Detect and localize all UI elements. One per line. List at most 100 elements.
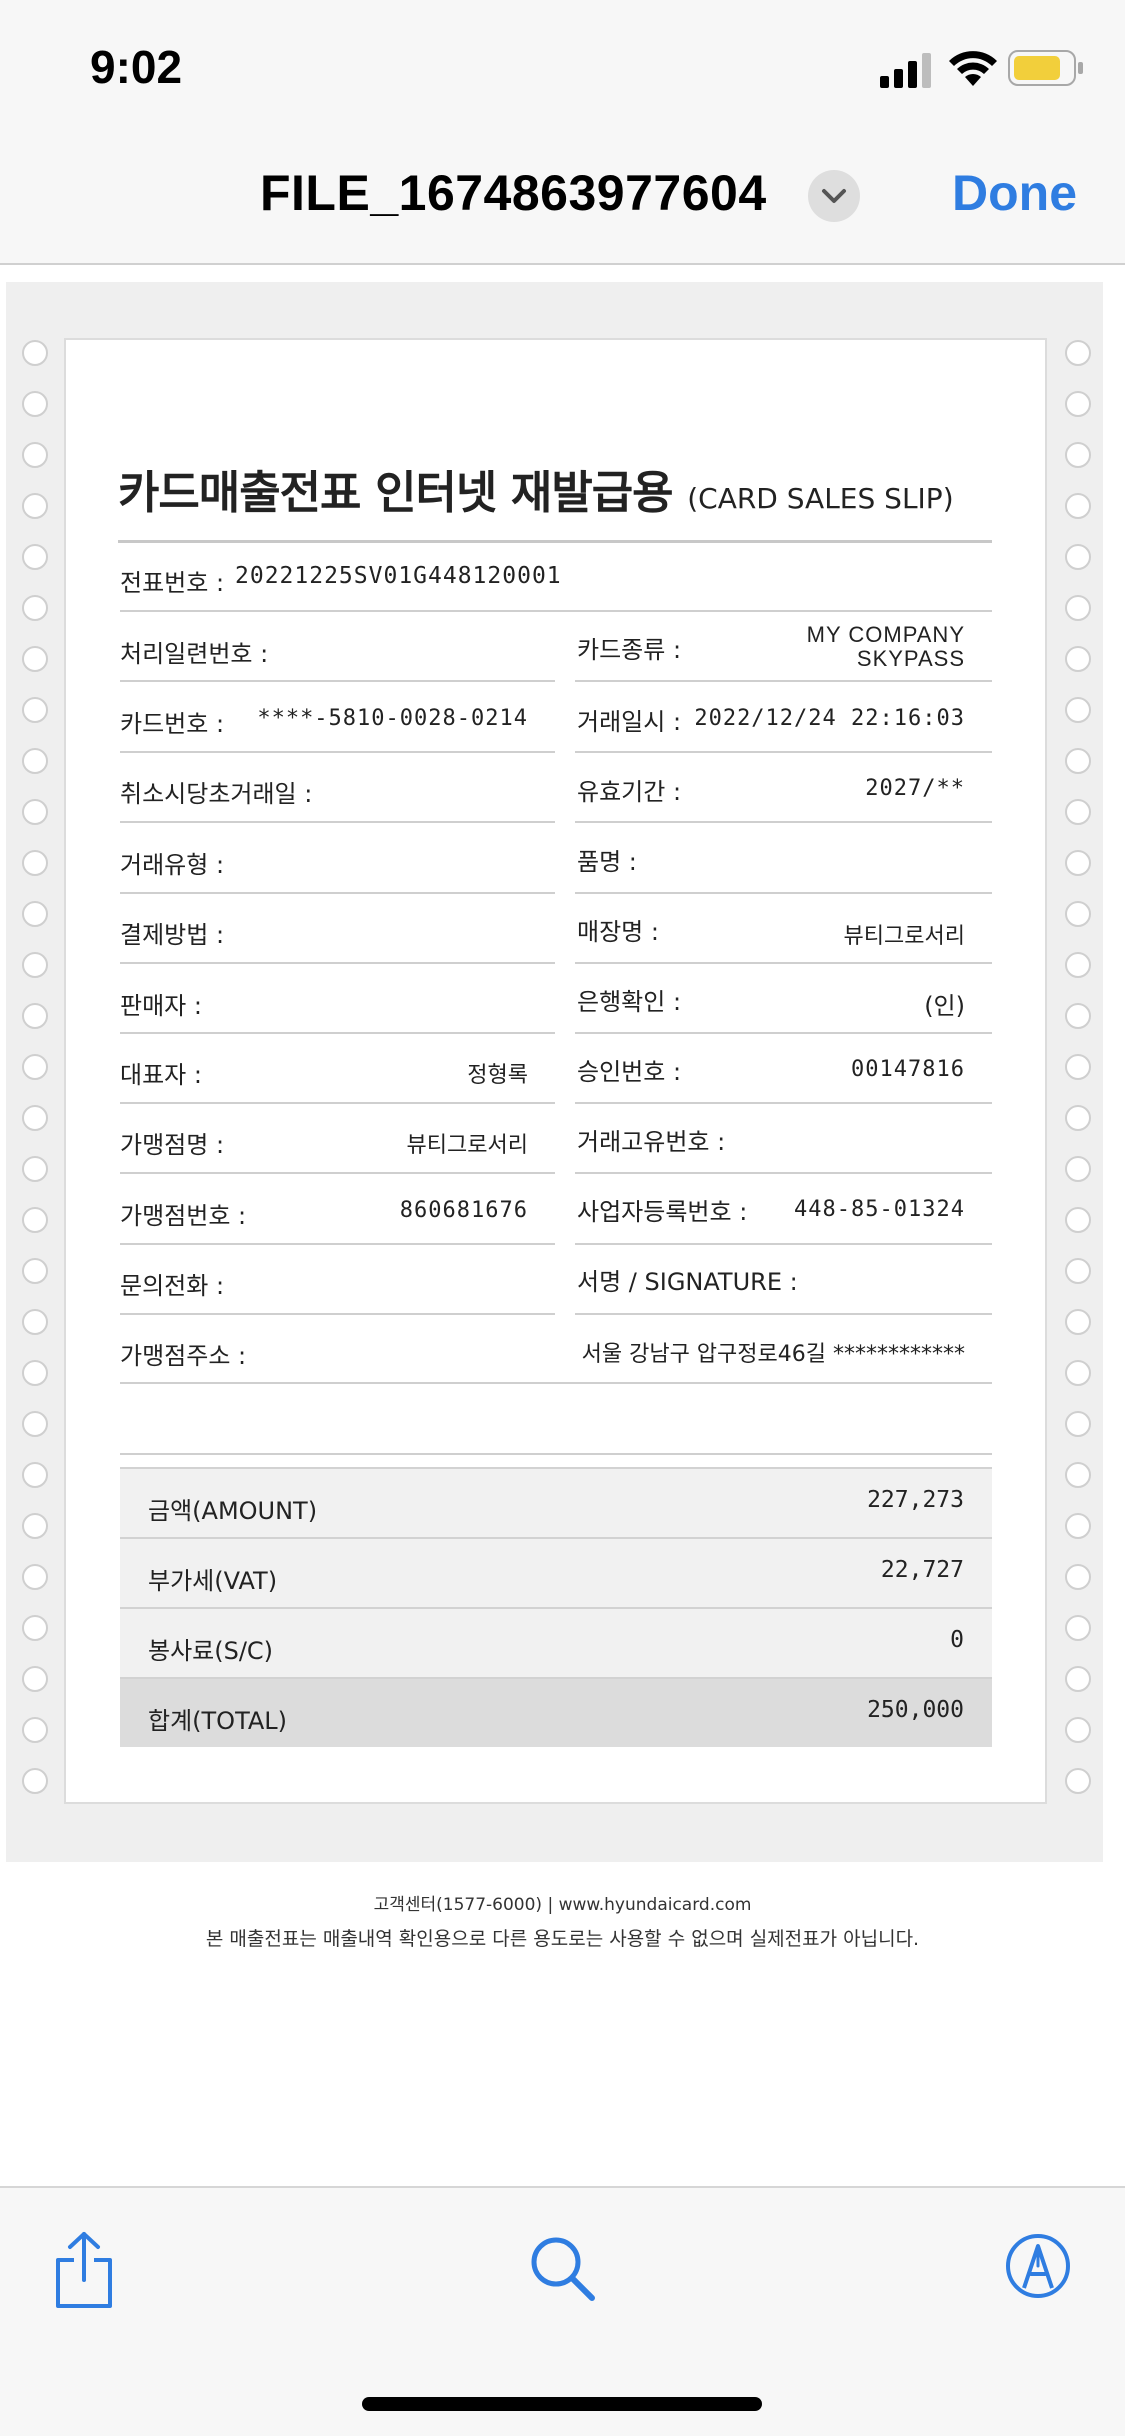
- merchant-name-value: 뷰티그로서리: [406, 1133, 528, 1158]
- approval-number-value: 00147816: [851, 1057, 965, 1082]
- card-type-value: MY COMPANY: [806, 622, 965, 647]
- perforation-hole: [22, 952, 48, 978]
- divider: [575, 1032, 992, 1034]
- perforation-hole: [22, 493, 48, 519]
- file-title: FILE_1674863977604: [260, 165, 767, 221]
- field-label: 거래고유번호 :: [577, 1128, 726, 1156]
- markup-icon[interactable]: [1004, 2232, 1072, 2300]
- perforation-hole: [22, 1054, 48, 1080]
- field-label: 대표자 :: [120, 1061, 202, 1089]
- chevron-down-icon: [822, 189, 846, 203]
- divider: [575, 821, 992, 823]
- vat-row: 부가세(VAT) 22,727: [120, 1537, 992, 1607]
- status-bar: 9:02: [0, 0, 1125, 132]
- perforation-hole: [1065, 1003, 1091, 1029]
- field-label: 품명 :: [577, 848, 637, 876]
- perforation-hole: [22, 1207, 48, 1233]
- vat-label: 부가세(VAT): [148, 1567, 278, 1595]
- perforation-hole: [1065, 1207, 1091, 1233]
- field-label: 매장명 :: [577, 918, 659, 946]
- slip-subtitle: (CARD SALES SLIP): [687, 482, 954, 515]
- status-time: 9:02: [90, 41, 183, 93]
- perforation-hole: [22, 1513, 48, 1539]
- title-divider: [118, 540, 992, 543]
- divider: [575, 680, 992, 682]
- battery-icon: [1008, 50, 1083, 86]
- business-reg-number-value: 448-85-01324: [794, 1197, 965, 1222]
- divider: [575, 892, 992, 894]
- service-charge-row: 봉사료(S/C) 0: [120, 1607, 992, 1677]
- field-label: 판매자 :: [120, 992, 202, 1020]
- perforation-hole: [1065, 493, 1091, 519]
- field-label: 취소시당초거래일 :: [120, 780, 313, 808]
- perforation-hole: [1065, 646, 1091, 672]
- perforation-hole: [1065, 442, 1091, 468]
- perforation-hole: [22, 799, 48, 825]
- divider: [120, 610, 992, 612]
- representative-value: 정형록: [467, 1063, 528, 1088]
- field-label: 거래유형 :: [120, 851, 225, 879]
- slip-title-text: 카드매출전표 인터넷 재발급용: [118, 466, 674, 519]
- perforation-hole: [1065, 1768, 1091, 1794]
- store-name-value: 뷰티그로서리: [843, 924, 965, 949]
- perforation-hole: [22, 442, 48, 468]
- perforation-hole: [22, 1717, 48, 1743]
- perforation-hole: [1065, 1156, 1091, 1182]
- perforation-hole: [1065, 595, 1091, 621]
- merchant-address-value: 서울 강남구 압구정로46길 ************: [581, 1342, 965, 1367]
- field-label: 거래일시 :: [577, 708, 682, 736]
- slip-title: 카드매출전표 인터넷 재발급용 (CARD SALES SLIP): [118, 456, 954, 521]
- perforation-hole: [22, 1768, 48, 1794]
- done-button[interactable]: Done: [952, 164, 1077, 222]
- vat-value: 22,727: [880, 1557, 964, 1583]
- perforation-hole: [1065, 850, 1091, 876]
- divider: [575, 962, 992, 964]
- perforation-hole: [1065, 1513, 1091, 1539]
- perforation-hole: [1065, 1309, 1091, 1335]
- field-label: 처리일련번호 :: [120, 640, 269, 668]
- navigation-bar: FILE_1674863977604 Done: [0, 132, 1125, 265]
- perforation-hole: [1065, 1258, 1091, 1284]
- home-indicator[interactable]: [362, 2397, 762, 2411]
- title-menu-button[interactable]: [808, 170, 860, 222]
- field-label: 서명 / SIGNATURE :: [577, 1268, 798, 1296]
- share-icon[interactable]: [50, 2230, 118, 2310]
- perforation-hole: [1065, 1717, 1091, 1743]
- perforation-hole: [22, 901, 48, 927]
- customer-center-info: 고객센터(1577-6000) | www.hyundaicard.com: [373, 1895, 752, 1915]
- slip-number-value: 20221225SV01G448120001: [235, 563, 562, 589]
- perforation-hole: [22, 1156, 48, 1182]
- perforation-hole: [22, 1360, 48, 1386]
- field-label: 가맹점번호 :: [120, 1202, 247, 1230]
- field-label: 사업자등록번호 :: [577, 1198, 748, 1226]
- field-label: 은행확인 :: [577, 988, 682, 1016]
- perforation-hole: [22, 748, 48, 774]
- field-label: 승인번호 :: [577, 1058, 682, 1086]
- field-label: 문의전화 :: [120, 1272, 225, 1300]
- perforation-hole: [1065, 697, 1091, 723]
- total-label: 합계(TOTAL): [148, 1707, 288, 1735]
- perforation-hole: [1065, 748, 1091, 774]
- perforation-hole: [1065, 952, 1091, 978]
- divider: [575, 1243, 992, 1245]
- perforation-hole: [1065, 1411, 1091, 1437]
- card-number-value: ****-5810-0028-0214: [257, 706, 528, 731]
- search-icon[interactable]: [528, 2234, 598, 2304]
- perforation-hole: [22, 646, 48, 672]
- cellular-signal-icon: [880, 53, 931, 88]
- divider: [120, 680, 555, 682]
- perforation-hole: [22, 544, 48, 570]
- divider: [120, 1102, 555, 1104]
- perforation-hole: [1065, 1360, 1091, 1386]
- perforation-hole: [1065, 1564, 1091, 1590]
- service-charge-value: 0: [950, 1627, 964, 1653]
- perforation-hole: [1065, 544, 1091, 570]
- field-label: 카드종류 :: [577, 636, 682, 664]
- divider: [120, 1032, 555, 1034]
- total-value: 250,000: [867, 1697, 964, 1723]
- perforation-hole: [1065, 1105, 1091, 1131]
- slip-number-label: 전표번호 :: [120, 569, 225, 597]
- service-charge-label: 봉사료(S/C): [148, 1637, 274, 1665]
- amount-row: 금액(AMOUNT) 227,273: [120, 1467, 992, 1537]
- divider: [120, 1313, 555, 1315]
